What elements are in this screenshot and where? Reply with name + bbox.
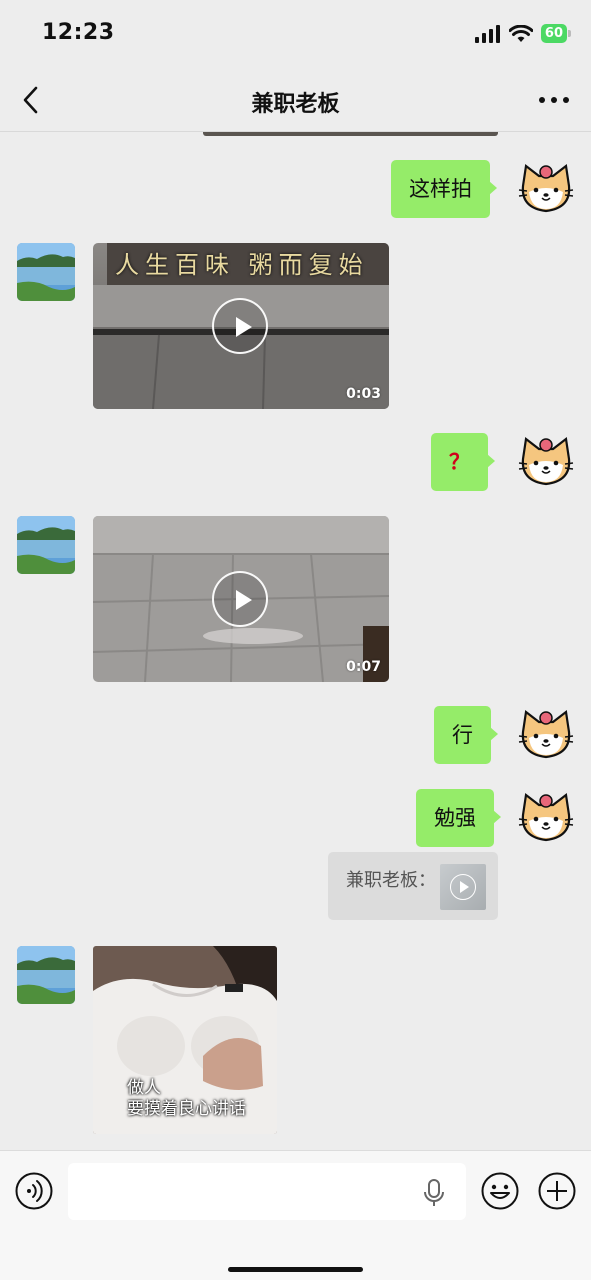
previous-message-edge — [203, 132, 498, 136]
status-time: 12:23 — [42, 20, 115, 45]
contact-avatar[interactable] — [17, 946, 75, 1004]
message-input[interactable] — [68, 1163, 466, 1220]
more-icon[interactable] — [537, 90, 571, 110]
quote-text: 兼职老板： — [346, 870, 436, 891]
my-avatar[interactable] — [517, 789, 575, 847]
battery-icon: 60 — [540, 24, 572, 43]
message-bubble[interactable]: 这样拍 — [391, 160, 497, 218]
video-duration: 0:07 — [346, 659, 381, 675]
nav-bar: 兼职老板 — [0, 66, 591, 132]
video-duration: 0:03 — [346, 386, 381, 402]
my-avatar[interactable] — [517, 433, 575, 491]
quote-video-thumbnail[interactable] — [440, 864, 486, 910]
image-message[interactable]: 做人 要摸着良心讲话 — [93, 946, 277, 1134]
message-bubble[interactable]: 行 — [434, 706, 498, 764]
caption-line-2: 要摸着良心讲话 — [127, 1099, 246, 1119]
image-caption: 做人 要摸着良心讲话 — [127, 1078, 246, 1120]
contact-avatar[interactable] — [17, 516, 75, 574]
wifi-icon — [508, 24, 533, 42]
microphone-icon[interactable] — [420, 1178, 448, 1208]
emoji-icon[interactable] — [480, 1171, 520, 1211]
plus-icon[interactable] — [537, 1171, 577, 1211]
message-bubble[interactable]: ？ — [431, 433, 495, 491]
contact-avatar[interactable] — [17, 243, 75, 301]
question-mark-text: ？ — [449, 450, 470, 474]
status-bar: 12:23 60 — [0, 0, 591, 66]
quoted-message[interactable]: 兼职老板： — [328, 852, 498, 920]
signal-icon — [474, 24, 500, 43]
input-bar — [0, 1150, 591, 1280]
my-avatar[interactable] — [517, 160, 575, 218]
message-bubble[interactable]: 勉强 — [416, 789, 501, 847]
play-icon[interactable] — [212, 571, 268, 627]
voice-icon[interactable] — [14, 1171, 54, 1211]
status-icons: 60 — [474, 24, 572, 43]
video-message[interactable]: 0:07 — [93, 516, 389, 682]
my-avatar[interactable] — [517, 706, 575, 764]
play-icon[interactable] — [212, 298, 268, 354]
chat-area[interactable]: 这样拍 人生百味 粥而复始 0:03 ？ 0:07 行 勉强 兼职老板： 做人 … — [0, 132, 591, 1150]
caption-line-1: 做人 — [127, 1078, 161, 1098]
chat-title: 兼职老板 — [251, 92, 340, 117]
home-indicator — [228, 1267, 363, 1272]
play-icon — [450, 874, 476, 900]
video-banner-text: 人生百味 粥而复始 — [115, 251, 369, 279]
video-message[interactable]: 人生百味 粥而复始 0:03 — [93, 243, 389, 409]
